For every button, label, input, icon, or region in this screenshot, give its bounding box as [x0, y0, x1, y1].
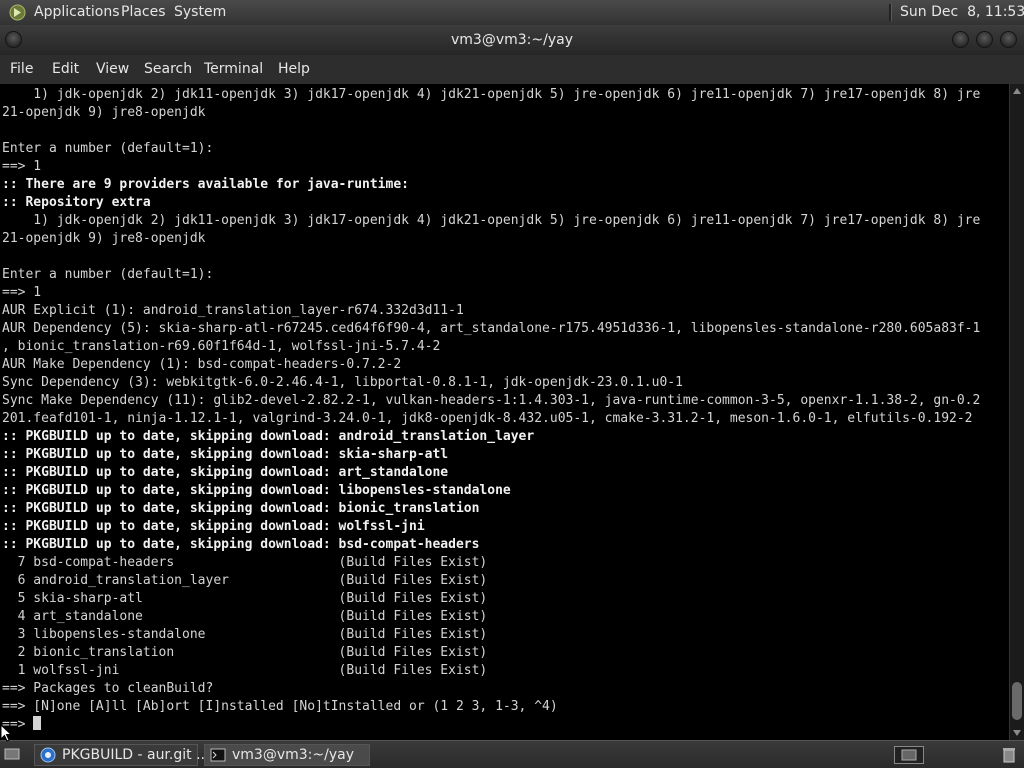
- terminal-line: ==> 1: [2, 285, 42, 300]
- terminal-line: AUR Explicit (1): android_translation_la…: [2, 303, 464, 318]
- distro-logo-icon[interactable]: [9, 4, 26, 21]
- terminal-line: AUR Make Dependency (1): bsd-compat-head…: [2, 357, 402, 372]
- scroll-down-icon[interactable]: [1013, 730, 1021, 736]
- task-terminal[interactable]: vm3@vm3:~/yay: [204, 744, 370, 766]
- workspace-switcher-icon[interactable]: [894, 746, 924, 764]
- scrollbar-thumb[interactable]: [1012, 682, 1022, 720]
- terminal-output[interactable]: 1) jdk-openjdk 2) jdk11-openjdk 3) jdk17…: [0, 84, 1009, 740]
- terminal-line: 4 art_standalone (Build Files Exist): [2, 609, 488, 624]
- menu-file[interactable]: File: [10, 61, 33, 77]
- terminal-line: 6 android_translation_layer (Build Files…: [2, 573, 488, 588]
- menu-terminal[interactable]: Terminal: [204, 61, 263, 77]
- maximize-button[interactable]: [976, 31, 993, 48]
- terminal-line: 1) jdk-openjdk 2) jdk11-openjdk 3) jdk17…: [2, 213, 981, 228]
- menu-places[interactable]: Places: [121, 4, 166, 20]
- minimize-button[interactable]: [952, 31, 969, 48]
- terminal-line: :: PKGBUILD up to date, skipping downloa…: [2, 429, 535, 444]
- terminal-line: Enter a number (default=1):: [2, 267, 214, 282]
- terminal-icon: [210, 748, 226, 762]
- task-label: vm3@vm3:~/yay: [232, 747, 354, 763]
- menu-help[interactable]: Help: [278, 61, 310, 77]
- terminal-line: ==> 1: [2, 159, 42, 174]
- terminal-line: :: PKGBUILD up to date, skipping downloa…: [2, 519, 425, 534]
- close-button[interactable]: [1000, 31, 1017, 48]
- terminal-line: 21-openjdk 9) jre8-openjdk: [2, 231, 206, 246]
- clock[interactable]: Sun Dec 8, 11:53 PM: [900, 4, 1024, 20]
- terminal-line: 201.feafd101-1, ninja-1.12.1-1, valgrind…: [2, 411, 973, 426]
- terminal-line: 5 skia-sharp-atl (Build Files Exist): [2, 591, 488, 606]
- terminal-line: 21-openjdk 9) jre8-openjdk: [2, 105, 206, 120]
- task-browser[interactable]: PKGBUILD - aur.git ...: [34, 744, 209, 766]
- terminal-line: Sync Dependency (3): webkitgtk-6.0-2.46.…: [2, 375, 683, 390]
- bottom-panel: PKGBUILD - aur.git ... vm3@vm3:~/yay: [0, 740, 1024, 768]
- terminal-line: 7 bsd-compat-headers (Build Files Exist): [2, 555, 488, 570]
- terminal-line: ==> [N]one [A]ll [Ab]ort [I]nstalled [No…: [2, 699, 558, 714]
- terminal-menubar: File Edit View Search Terminal Help: [0, 55, 1024, 84]
- menu-edit[interactable]: Edit: [52, 61, 79, 77]
- window-title: vm3@vm3:~/yay: [451, 32, 573, 48]
- terminal-line: ==> Packages to cleanBuild?: [2, 681, 214, 696]
- terminal-line: :: Repository extra: [2, 195, 151, 210]
- terminal-scrollbar[interactable]: [1009, 84, 1024, 740]
- task-label: PKGBUILD - aur.git ...: [62, 747, 210, 763]
- terminal-prompt-line[interactable]: ==>: [0, 716, 1009, 734]
- terminal-line: 3 libopensles-standalone (Build Files Ex…: [2, 627, 488, 642]
- terminal-line: Sync Make Dependency (11): glib2-devel-2…: [2, 393, 981, 408]
- terminal-line: :: PKGBUILD up to date, skipping downloa…: [2, 501, 480, 516]
- scroll-up-icon[interactable]: [1013, 88, 1021, 94]
- menu-system[interactable]: System: [174, 4, 226, 20]
- terminal-line: :: PKGBUILD up to date, skipping downloa…: [2, 447, 449, 462]
- mouse-pointer-icon: [0, 724, 12, 742]
- terminal-line: 1) jdk-openjdk 2) jdk11-openjdk 3) jdk17…: [2, 87, 981, 102]
- panel-separator: [889, 4, 892, 21]
- window-titlebar[interactable]: vm3@vm3:~/yay: [0, 25, 1024, 55]
- menu-applications[interactable]: Applications: [34, 4, 120, 20]
- browser-icon: [40, 747, 56, 763]
- terminal-line: :: PKGBUILD up to date, skipping downloa…: [2, 537, 480, 552]
- terminal-line: , bionic_translation-r69.60f1f64d-1, wol…: [2, 339, 441, 354]
- terminal-line: 2 bionic_translation (Build Files Exist): [2, 645, 488, 660]
- top-panel: Applications Places System Sun Dec 8, 11…: [0, 0, 1024, 25]
- terminal-line: AUR Dependency (5): skia-sharp-atl-r6724…: [2, 321, 981, 336]
- terminal-line: :: There are 9 providers available for j…: [2, 177, 409, 192]
- menu-view[interactable]: View: [96, 61, 129, 77]
- terminal-line: :: PKGBUILD up to date, skipping downloa…: [2, 465, 449, 480]
- terminal-line: Enter a number (default=1):: [2, 141, 214, 156]
- show-desktop-icon[interactable]: [4, 746, 20, 762]
- terminal-line: 1 wolfssl-jni (Build Files Exist): [2, 663, 488, 678]
- text-cursor: [33, 716, 42, 730]
- trash-icon[interactable]: [1000, 746, 1018, 764]
- terminal-line: :: PKGBUILD up to date, skipping downloa…: [2, 483, 511, 498]
- menu-search[interactable]: Search: [144, 61, 192, 77]
